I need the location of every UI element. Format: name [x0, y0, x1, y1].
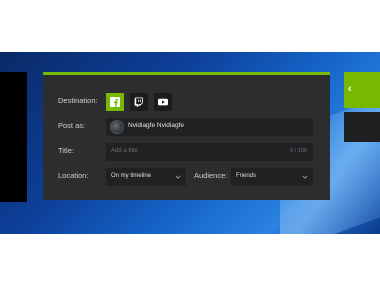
chevron-down-icon [302, 175, 308, 179]
youtube-icon [158, 98, 168, 106]
destination-facebook-button[interactable] [106, 93, 124, 111]
post-as-row: Post as: Nvidiagfe Nvidiagfe [43, 118, 330, 136]
title-input[interactable]: Add a title 0 / 100 [106, 143, 313, 161]
title-row: Title: Add a title 0 / 100 [43, 143, 330, 161]
location-select[interactable]: On my timeline [106, 168, 186, 186]
location-audience-row: Location: On my timeline Audience: Frien… [43, 168, 330, 186]
audience-label: Audience: [194, 171, 228, 180]
title-placeholder: Add a title [111, 148, 138, 154]
location-label: Location: [58, 171, 89, 180]
title-label: Title: [58, 146, 74, 155]
left-dark-panel [0, 72, 27, 202]
destination-twitch-button[interactable] [130, 93, 148, 111]
title-char-counter: 0 / 100 [290, 148, 307, 154]
post-as-account-field[interactable]: Nvidiagfe Nvidiagfe [106, 118, 313, 136]
destination-row: Destination: [43, 93, 330, 111]
facebook-icon [110, 97, 120, 107]
location-value: On my timeline [111, 173, 152, 179]
right-green-button[interactable]: ‹ [344, 72, 380, 108]
twitch-icon [134, 97, 143, 107]
destination-youtube-button[interactable] [154, 93, 172, 111]
post-as-user-name: Nvidiagfe Nvidiagfe [128, 122, 185, 129]
right-dark-panel [344, 112, 380, 142]
post-as-label: Post as: [58, 121, 86, 130]
avatar [110, 120, 124, 134]
right-green-button-glyph: ‹ [348, 83, 352, 95]
destination-label: Destination: [58, 96, 98, 105]
audience-select[interactable]: Friends [231, 168, 313, 186]
audience-value: Friends [236, 173, 257, 179]
share-dialog: Destination: Post as: Nvidiagfe Nvidiagf… [43, 72, 330, 200]
chevron-down-icon [175, 175, 181, 179]
